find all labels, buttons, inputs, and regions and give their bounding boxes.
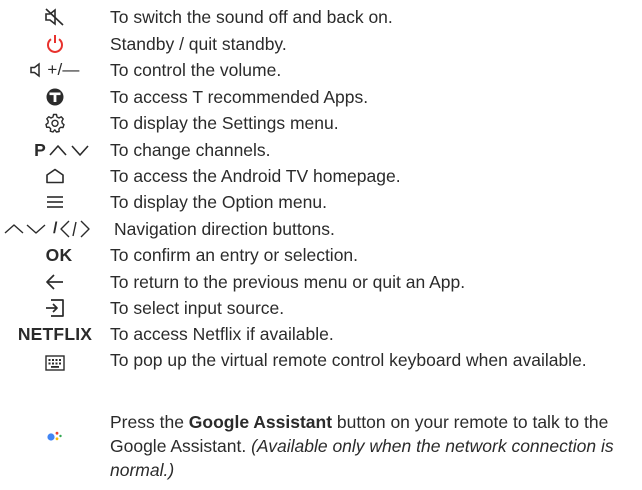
google-assistant-icon (0, 424, 110, 448)
navigation-separator: / (53, 220, 58, 237)
power-icon (0, 32, 110, 56)
list-item: Standby / quit standby. (0, 32, 642, 58)
option-menu-icon (0, 190, 110, 214)
item-description: To access Netflix if available. (110, 324, 334, 344)
list-item: To access the Android TV homepage. (0, 164, 642, 190)
home-icon (0, 164, 110, 188)
keyboard-icon (0, 351, 110, 375)
item-description: Navigation direction buttons. (114, 219, 335, 239)
item-description: Standby / quit standby. (110, 34, 287, 54)
list-item: OK To confirm an entry or selection. (0, 243, 642, 270)
settings-gear-icon (0, 111, 110, 135)
item-description: To control the volume. (110, 60, 282, 80)
input-source-icon (0, 296, 110, 320)
list-item: / Navigation direction buttons. (0, 217, 642, 243)
item-description: To display the Settings menu. (110, 113, 339, 133)
list-item: To display the Option menu. (0, 190, 642, 217)
ok-label: OK (45, 244, 73, 265)
item-description: Press the Google Assistant button on you… (110, 412, 614, 480)
item-description: To pop up the virtual remote control key… (110, 350, 587, 370)
item-description: To display the Option menu. (110, 192, 327, 212)
list-item: To pop up the virtual remote control key… (0, 348, 642, 410)
item-description: To switch the sound off and back on. (110, 7, 393, 27)
mute-icon (0, 5, 110, 29)
list-item: To select input source. (0, 296, 642, 322)
list-item: Press the Google Assistant button on you… (0, 410, 642, 482)
list-item: To switch the sound off and back on. (0, 5, 642, 32)
back-arrow-icon (0, 270, 110, 294)
t-logo-icon (0, 85, 110, 109)
navigation-arrows-icon: / (0, 217, 114, 241)
channel-label: P (34, 139, 46, 160)
item-description: To change channels. (110, 140, 271, 160)
item-description: To select input source. (110, 298, 285, 318)
list-item: To display the Settings menu. (0, 111, 642, 138)
list-item: NETFLIX To access Netflix if available. (0, 322, 642, 348)
list-item: +/— To control the volume. (0, 58, 642, 85)
volume-label: +/— (47, 60, 80, 79)
remote-button-list: To switch the sound off and back on. Sta… (0, 5, 642, 482)
list-item: To access T recommended Apps. (0, 85, 642, 111)
list-item: To return to the previous menu or quit a… (0, 270, 642, 296)
netflix-label: NETFLIX (17, 323, 93, 344)
item-description: To access T recommended Apps. (110, 87, 369, 107)
volume-icon: +/— (0, 58, 110, 82)
item-description: To confirm an entry or selection. (110, 245, 359, 265)
item-description: To access the Android TV homepage. (110, 166, 401, 186)
list-item: P To change channels. (0, 138, 642, 164)
channel-icon: P (0, 138, 110, 162)
item-description: To return to the previous menu or quit a… (110, 272, 466, 292)
